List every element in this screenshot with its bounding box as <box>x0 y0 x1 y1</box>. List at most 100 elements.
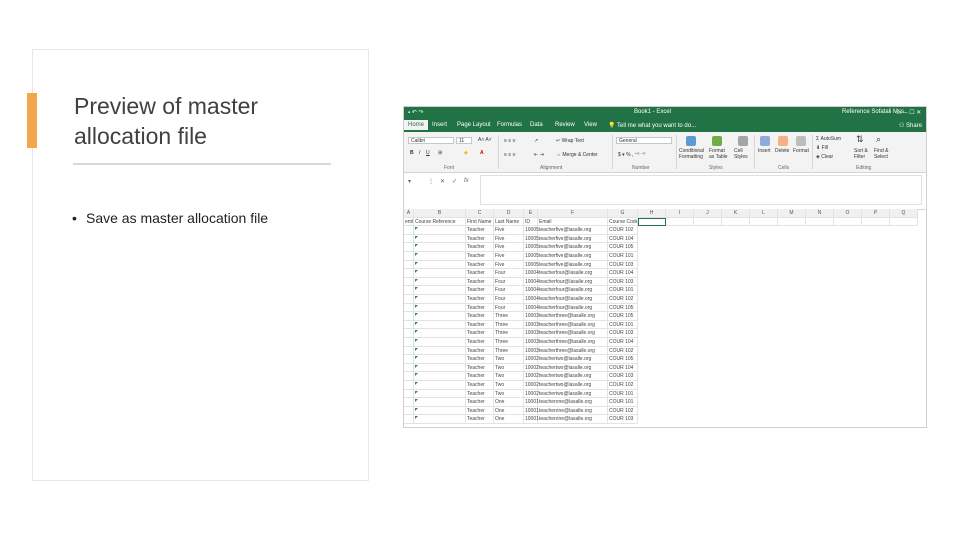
table-cell[interactable] <box>778 304 806 313</box>
table-cell[interactable] <box>890 398 918 407</box>
column-header-j[interactable]: J <box>694 209 722 218</box>
table-cell[interactable]: teacherfour@lasalle.org <box>538 286 608 295</box>
cell-styles-label[interactable]: Cell Styles <box>734 148 752 160</box>
table-cell[interactable] <box>890 364 918 373</box>
fill-button[interactable]: ⬇ Fill <box>816 145 828 151</box>
table-cell[interactable] <box>404 329 414 338</box>
table-cell[interactable]: Teacher <box>466 303 494 313</box>
table-cell[interactable]: Two <box>494 363 524 373</box>
table-cell[interactable] <box>834 364 862 373</box>
table-cell[interactable] <box>722 407 750 416</box>
table-cell[interactable]: COUR 103 <box>608 372 638 381</box>
table-cell[interactable] <box>834 261 862 270</box>
table-cell[interactable] <box>778 243 806 252</box>
table-cell[interactable]: Teacher <box>466 372 494 381</box>
table-cell[interactable] <box>750 398 778 407</box>
table-cell[interactable]: One <box>494 415 524 424</box>
table-cell[interactable] <box>862 329 890 338</box>
table-cell[interactable]: COUR 102 <box>608 295 638 304</box>
table-cell[interactable]: Teacher <box>466 398 494 407</box>
table-cell[interactable] <box>834 338 862 347</box>
table-cell[interactable] <box>404 372 414 381</box>
wrap-text-button[interactable]: ↵ Wrap Text <box>556 138 584 144</box>
table-cell[interactable] <box>862 372 890 381</box>
table-cell[interactable] <box>834 226 862 235</box>
table-cell[interactable] <box>834 415 862 424</box>
delete-label[interactable]: Delete <box>775 148 789 154</box>
font-name-box[interactable]: Calibri <box>408 137 454 144</box>
table-cell[interactable] <box>806 347 834 356</box>
table-cell[interactable] <box>834 304 862 313</box>
table-cell[interactable] <box>806 415 834 424</box>
table-cell[interactable] <box>862 398 890 407</box>
header-cell[interactable]: ID <box>524 217 538 227</box>
table-cell[interactable] <box>414 260 466 270</box>
table-cell[interactable] <box>638 407 666 416</box>
table-cell[interactable]: 10001 <box>524 406 539 416</box>
tab-insert[interactable]: Insert <box>432 122 447 128</box>
table-cell[interactable] <box>414 415 466 424</box>
table-cell[interactable] <box>404 260 414 270</box>
borders-icon[interactable]: ⊞ <box>438 150 442 156</box>
table-cell[interactable]: Teacher <box>466 389 494 399</box>
table-cell[interactable]: One <box>494 398 524 407</box>
autosum-button[interactable]: Σ AutoSum <box>816 136 841 142</box>
table-cell[interactable] <box>750 321 778 330</box>
table-cell[interactable] <box>638 235 666 244</box>
table-cell[interactable] <box>638 372 666 381</box>
table-cell[interactable] <box>862 355 890 364</box>
cancel-icon[interactable]: ✕ <box>440 178 445 185</box>
table-cell[interactable]: Five <box>494 226 524 235</box>
table-cell[interactable] <box>862 286 890 295</box>
table-cell[interactable] <box>806 278 834 287</box>
table-cell[interactable] <box>778 390 806 399</box>
table-cell[interactable] <box>722 338 750 347</box>
table-cell[interactable] <box>778 235 806 244</box>
table-cell[interactable]: 10004 <box>524 286 539 295</box>
delete-cells-icon[interactable] <box>778 136 788 146</box>
table-cell[interactable] <box>414 286 466 295</box>
header-cell[interactable] <box>862 217 890 227</box>
table-cell[interactable] <box>666 338 694 347</box>
header-cell[interactable] <box>722 217 750 227</box>
table-cell[interactable] <box>638 381 666 390</box>
table-cell[interactable]: Teacher <box>466 381 494 390</box>
table-cell[interactable]: 10005 <box>524 243 539 252</box>
clear-button[interactable]: ◈ Clear <box>816 154 833 160</box>
table-cell[interactable] <box>666 398 694 407</box>
table-cell[interactable] <box>750 261 778 270</box>
table-cell[interactable] <box>890 226 918 235</box>
table-cell[interactable]: Five <box>494 234 524 244</box>
table-cell[interactable]: 10002 <box>524 381 539 390</box>
table-cell[interactable] <box>834 252 862 261</box>
table-cell[interactable] <box>638 415 666 424</box>
table-cell[interactable] <box>404 381 414 390</box>
table-cell[interactable] <box>638 286 666 295</box>
table-cell[interactable] <box>834 329 862 338</box>
table-cell[interactable] <box>666 286 694 295</box>
table-cell[interactable] <box>414 355 466 364</box>
table-cell[interactable] <box>414 398 466 407</box>
table-cell[interactable] <box>806 226 834 235</box>
table-cell[interactable] <box>834 312 862 321</box>
table-cell[interactable] <box>862 312 890 321</box>
table-cell[interactable] <box>834 286 862 295</box>
table-cell[interactable]: teacherfive@lasalle.org <box>538 260 608 270</box>
table-cell[interactable]: COUR 102 <box>608 381 638 390</box>
table-cell[interactable] <box>778 407 806 416</box>
table-cell[interactable]: teacherfive@lasalle.org <box>538 234 608 244</box>
table-cell[interactable] <box>404 406 414 416</box>
table-cell[interactable] <box>694 235 722 244</box>
table-cell[interactable]: teacherfour@lasalle.org <box>538 295 608 304</box>
table-cell[interactable] <box>666 235 694 244</box>
table-cell[interactable]: Teacher <box>466 338 494 347</box>
table-cell[interactable] <box>414 234 466 244</box>
table-cell[interactable] <box>694 407 722 416</box>
table-cell[interactable] <box>890 278 918 287</box>
header-cell[interactable] <box>890 217 918 227</box>
table-cell[interactable] <box>414 381 466 390</box>
table-cell[interactable] <box>414 252 466 261</box>
table-cell[interactable] <box>778 372 806 381</box>
table-cell[interactable] <box>694 390 722 399</box>
table-cell[interactable] <box>722 390 750 399</box>
